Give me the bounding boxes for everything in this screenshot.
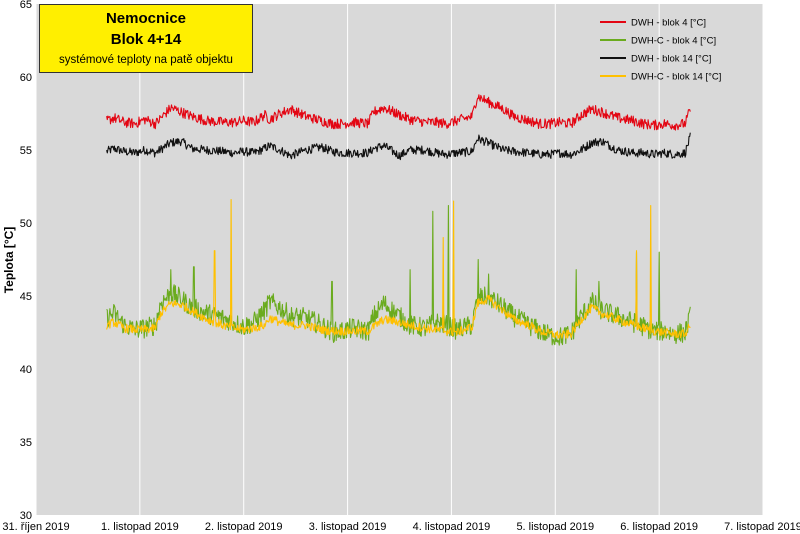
x-tick-label: 7. listopad 2019: [724, 521, 800, 533]
chart-subtitle: systémové teploty na patě objektu: [59, 54, 233, 66]
legend-label: DWH - blok 4 [°C]: [631, 18, 706, 29]
x-tick-label: 5. listopad 2019: [516, 521, 594, 533]
x-tick-label: 6. listopad 2019: [620, 521, 698, 533]
y-tick-label: 35: [20, 437, 32, 449]
y-tick-label: 50: [20, 218, 32, 230]
y-tick-label: 65: [20, 0, 32, 11]
y-tick-label: 40: [20, 364, 32, 376]
y-tick-label: 45: [20, 291, 32, 303]
chart-title-box: Nemocnice Blok 4+14 systémové teploty na…: [39, 4, 253, 73]
y-tick-label: 60: [20, 72, 32, 84]
chart-title-line1: Nemocnice: [105, 10, 187, 27]
x-tick-label: 3. listopad 2019: [309, 521, 387, 533]
x-tick-label: 2. listopad 2019: [205, 521, 283, 533]
legend-label: DWH-C - blok 14 [°C]: [631, 72, 721, 83]
chart: 3035404550556065 31. říjen 2019 1. listop…: [2, 0, 800, 533]
x-tick-label: 31. říjen 2019: [2, 521, 69, 533]
legend-label: DWH - blok 14 [°C]: [631, 54, 711, 65]
legend-label: DWH-C - blok 4 [°C]: [631, 36, 716, 47]
x-tick-label: 1. listopad 2019: [101, 521, 179, 533]
x-axis-ticks: 31. říjen 2019 1. listopad 2019 2. listopa…: [2, 521, 800, 533]
y-axis-ticks: 3035404550556065: [20, 0, 32, 522]
y-tick-label: 55: [20, 145, 32, 157]
x-tick-label: 4. listopad 2019: [413, 521, 491, 533]
y-axis-label: Teplota [°C]: [2, 227, 16, 294]
chart-title-line2: Blok 4+14: [110, 31, 182, 48]
